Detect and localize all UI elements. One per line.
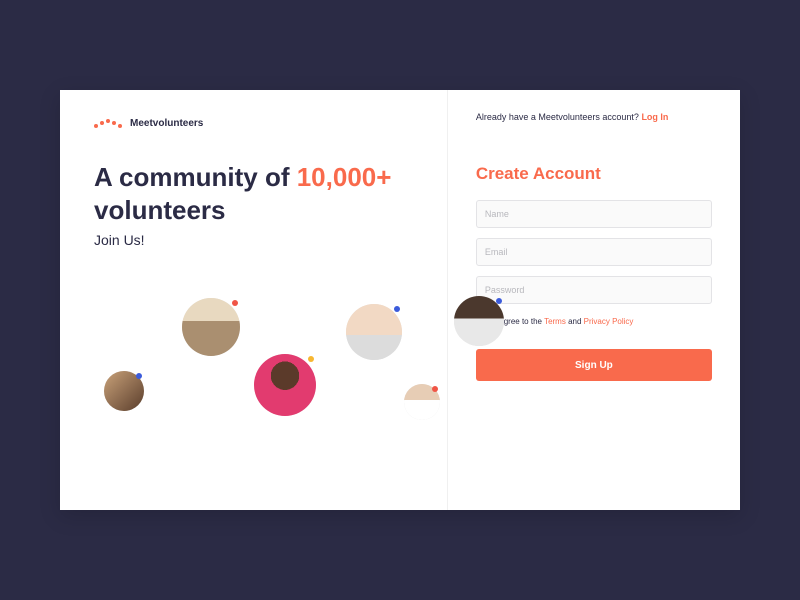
password-input[interactable] [476, 276, 712, 304]
headline-suffix: volunteers [94, 195, 226, 225]
avatar [254, 354, 316, 416]
subheadline: Join Us! [94, 232, 413, 248]
email-input[interactable] [476, 238, 712, 266]
login-link[interactable]: Log In [641, 112, 668, 122]
login-prompt-text: Already have a Meetvolunteers account? [476, 112, 642, 122]
form-title: Create Account [476, 164, 712, 184]
avatar [182, 298, 240, 356]
agree-row: I agree to the Terms and Privacy Policy [476, 316, 712, 327]
signup-button[interactable]: Sign Up [476, 349, 712, 381]
terms-link[interactable]: Terms [544, 317, 566, 326]
avatar [404, 384, 440, 420]
hero-panel: Meetvolunteers A community of 10,000+ vo… [60, 90, 448, 510]
name-input[interactable] [476, 200, 712, 228]
avatar [346, 304, 402, 360]
brand-logo: Meetvolunteers [94, 118, 413, 129]
avatar [454, 296, 504, 346]
agree-text: I agree to the Terms and Privacy Policy [495, 317, 634, 326]
privacy-link[interactable]: Privacy Policy [584, 317, 634, 326]
signup-card: Meetvolunteers A community of 10,000+ vo… [60, 90, 740, 510]
headline-accent: 10,000+ [297, 162, 392, 192]
logo-icon [94, 119, 122, 128]
login-prompt: Already have a Meetvolunteers account? L… [476, 112, 712, 122]
headline: A community of 10,000+ volunteers [94, 161, 413, 226]
avatar-cluster [94, 266, 413, 456]
brand-name: Meetvolunteers [130, 118, 203, 129]
avatar [104, 371, 144, 411]
headline-prefix: A community of [94, 162, 297, 192]
